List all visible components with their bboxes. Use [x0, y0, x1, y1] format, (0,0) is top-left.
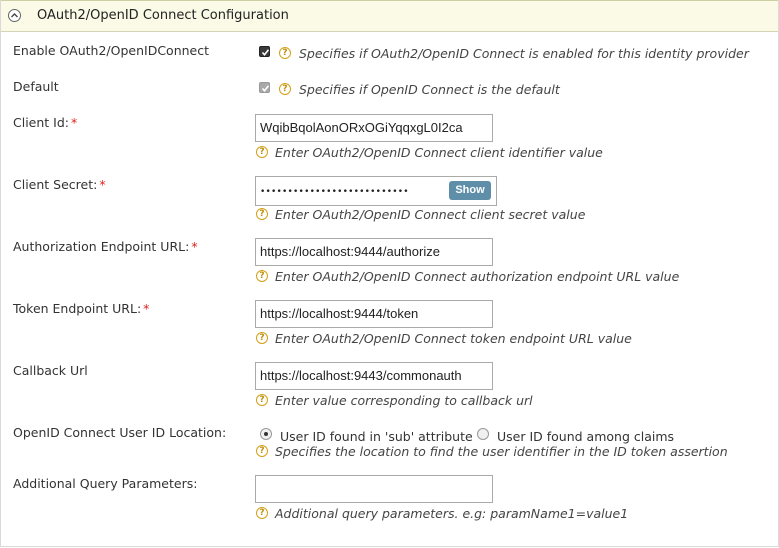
client-secret-value: •••••••••••••••••••••••••••	[260, 187, 409, 197]
radio-sub-attribute[interactable]	[260, 428, 272, 440]
auth-endpoint-label: Authorization Endpoint URL: *	[13, 239, 198, 254]
token-endpoint-input[interactable]: https://localhost:9444/token	[255, 300, 493, 328]
default-checkbox[interactable]	[259, 82, 270, 93]
callback-url-hint: Enter value corresponding to callback ur…	[275, 393, 533, 408]
client-id-hint: Enter OAuth2/OpenID Connect client ident…	[275, 145, 603, 160]
required-marker: *	[191, 239, 198, 254]
help-icon: ?	[256, 270, 268, 282]
enable-oauth-checkbox[interactable]	[259, 46, 270, 57]
show-secret-button[interactable]: Show	[449, 181, 491, 200]
enable-oauth-label: Enable OAuth2/OpenIDConnect	[13, 43, 210, 58]
client-id-label: Client Id: *	[13, 115, 78, 130]
user-id-location-hint: Specifies the location to find the user …	[275, 444, 728, 459]
radio-among-claims[interactable]	[477, 428, 489, 440]
help-icon: ?	[256, 146, 268, 158]
chevron-up-icon[interactable]	[8, 9, 21, 22]
query-params-label: Additional Query Parameters:	[13, 476, 198, 491]
required-marker: *	[71, 115, 78, 130]
enable-oauth-hint: Specifies if OAuth2/OpenID Connect is en…	[299, 46, 749, 61]
panel-title: OAuth2/OpenID Connect Configuration	[37, 8, 289, 23]
auth-endpoint-hint: Enter OAuth2/OpenID Connect authorizatio…	[275, 269, 680, 284]
client-id-input[interactable]: WqibBqolAonORxOGiYqqxgL0I2ca	[255, 114, 493, 142]
query-params-hint: Additional query parameters. e.g: paramN…	[275, 506, 629, 521]
client-secret-label: Client Secret: *	[13, 177, 106, 192]
required-marker: *	[143, 301, 150, 316]
panel-header[interactable]: OAuth2/OpenID Connect Configuration	[1, 0, 778, 32]
radio-sub-attribute-label: User ID found in 'sub' attribute	[280, 429, 473, 444]
help-icon: ?	[279, 47, 291, 59]
required-marker: *	[99, 177, 106, 192]
default-hint: Specifies if OpenID Connect is the defau…	[299, 82, 560, 97]
help-icon: ?	[279, 83, 291, 95]
user-id-location-label: OpenID Connect User ID Location:	[13, 425, 227, 440]
help-icon: ?	[256, 445, 268, 457]
callback-url-input[interactable]: https://localhost:9443/commonauth	[255, 362, 493, 390]
radio-among-claims-label: User ID found among claims	[497, 429, 675, 444]
token-endpoint-label: Token Endpoint URL: *	[13, 301, 150, 316]
client-secret-hint: Enter OAuth2/OpenID Connect client secre…	[275, 207, 586, 222]
default-label: Default	[13, 79, 59, 94]
help-icon: ?	[256, 394, 268, 406]
help-icon: ?	[256, 507, 268, 519]
token-endpoint-hint: Enter OAuth2/OpenID Connect token endpoi…	[275, 331, 632, 346]
help-icon: ?	[256, 208, 268, 220]
help-icon: ?	[256, 332, 268, 344]
auth-endpoint-input[interactable]: https://localhost:9444/authorize	[255, 238, 493, 266]
callback-url-label: Callback Url	[13, 363, 88, 378]
query-params-input[interactable]	[255, 475, 493, 503]
